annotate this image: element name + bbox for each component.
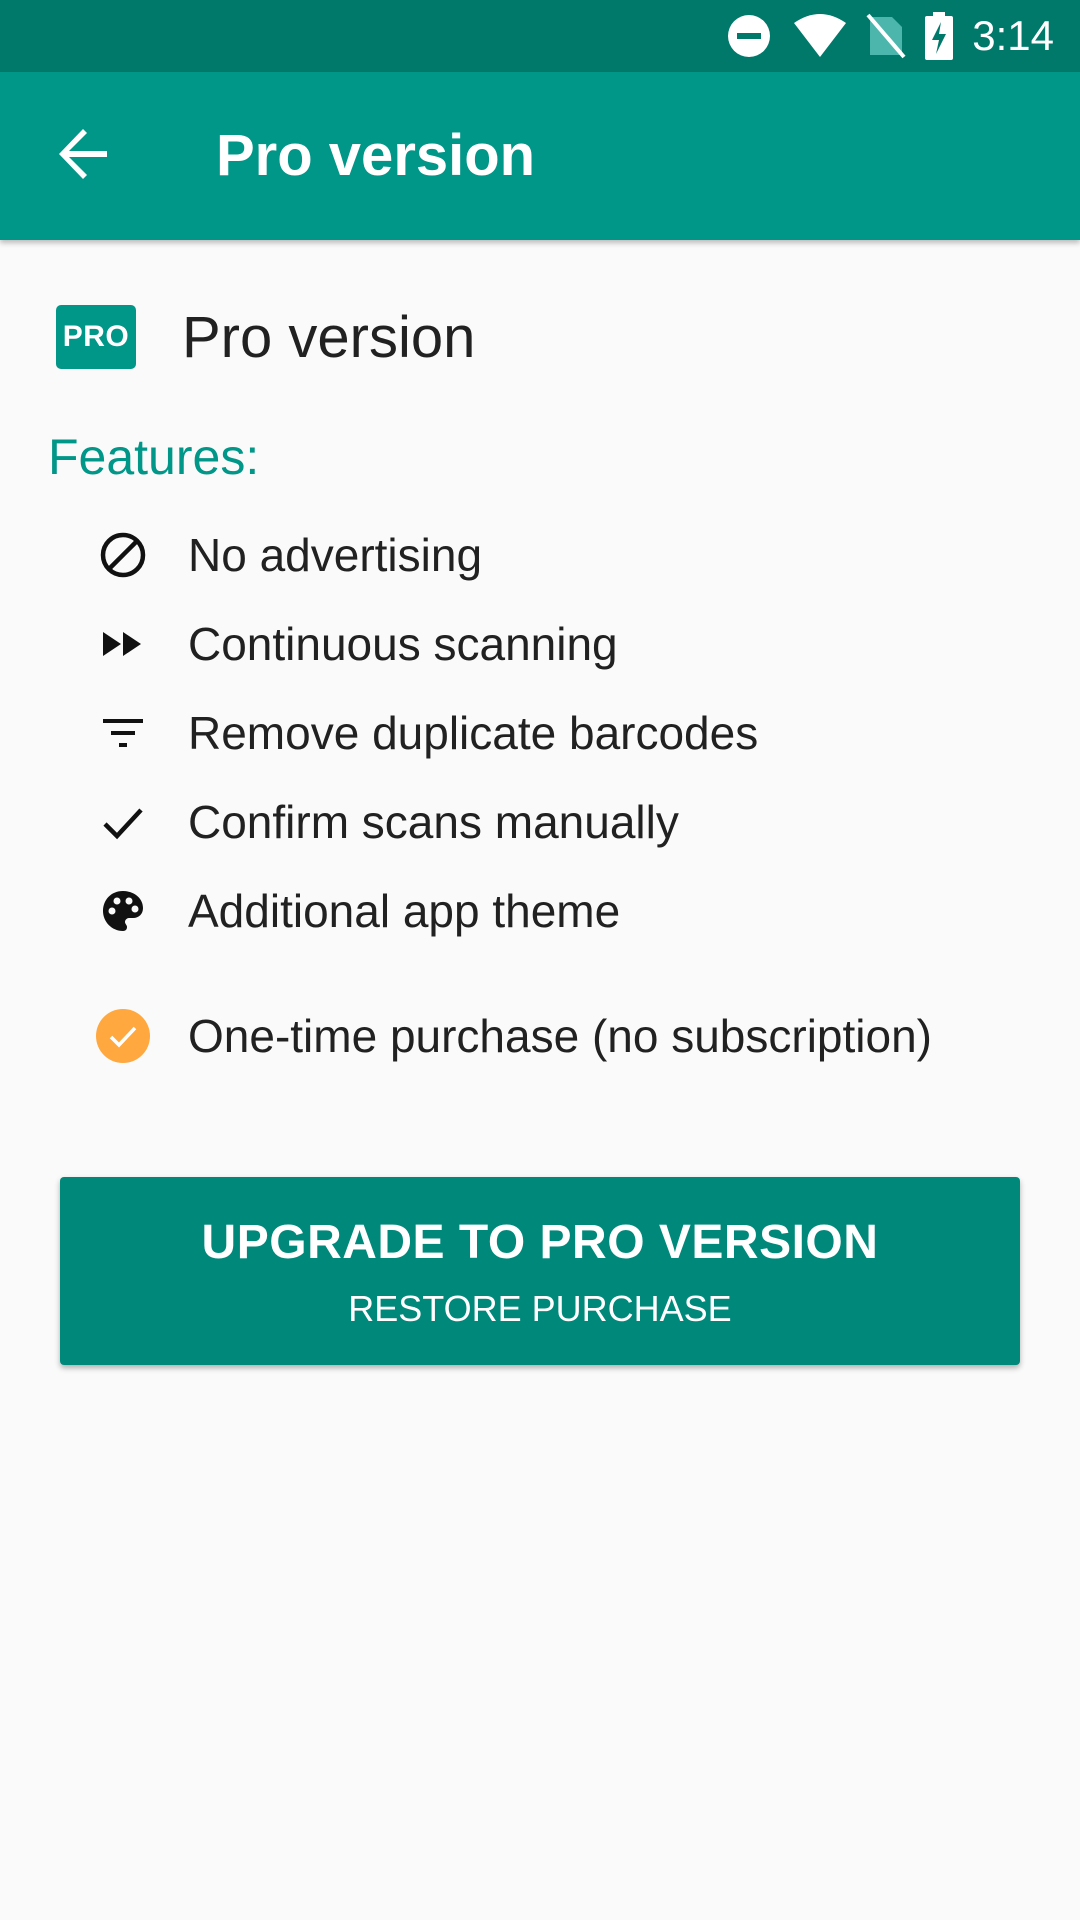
fast-forward-icon [96,617,150,671]
back-button[interactable] [36,108,132,204]
feature-item-no-advertising: No advertising [96,520,482,590]
wifi-icon [792,13,848,59]
block-icon [96,528,150,582]
restore-purchase-label[interactable]: RESTORE PURCHASE [60,1288,1020,1330]
one-time-purchase-label: One-time purchase (no subscription) [188,1010,932,1062]
one-time-purchase: One-time purchase (no subscription) [96,1001,932,1071]
app-bar-title: Pro version [216,123,536,188]
check-circle-icon [96,1009,150,1063]
no-sim-icon [866,13,906,59]
feature-label: Continuous scanning [188,618,618,670]
feature-item-remove-duplicates: Remove duplicate barcodes [96,698,758,768]
arrow-back-icon [57,127,111,186]
feature-label: No advertising [188,529,483,581]
feature-label: Remove duplicate barcodes [188,707,759,759]
pro-badge: PRO [56,305,136,369]
filter-list-icon [96,706,150,760]
do-not-disturb-icon [726,13,772,59]
features-label: Features: [48,429,260,485]
feature-label: Confirm scans manually [188,796,679,848]
app-bar: Pro version [0,72,1080,240]
pro-header: PRO Pro version [56,304,476,370]
upgrade-button-label: UPGRADE TO PRO VERSION [201,1216,879,1269]
status-icons: 3:14 [726,0,1054,72]
feature-item-app-theme: Additional app theme [96,876,620,946]
feature-item-continuous-scanning: Continuous scanning [96,609,618,679]
status-bar: 3:14 [0,0,1080,72]
palette-icon [96,884,150,938]
pro-title: Pro version [182,304,476,370]
check-icon [96,795,150,849]
battery-charging-icon [924,12,954,60]
feature-label: Additional app theme [188,885,621,937]
upgrade-button[interactable]: UPGRADE TO PRO VERSION RESTORE PURCHASE [60,1177,1020,1365]
feature-item-confirm-scans: Confirm scans manually [96,787,679,857]
status-time: 3:14 [972,12,1054,59]
